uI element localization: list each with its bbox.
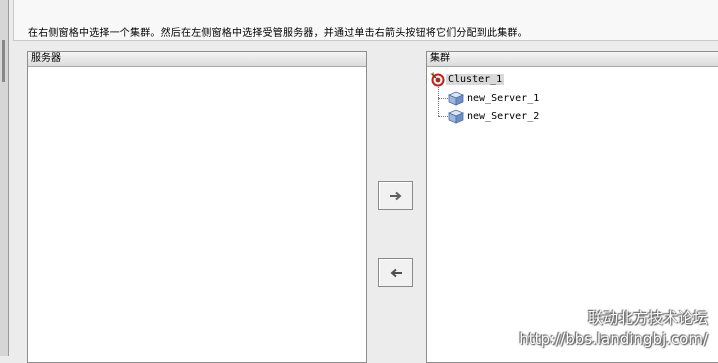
instruction-text: 在右侧窗格中选择一个集群。然后在左侧窗格中选择受管服务器，并通过单击右箭头按钮将… (28, 28, 528, 39)
cluster-icon (430, 72, 445, 87)
instruction-panel: 在右侧窗格中选择一个集群。然后在左侧窗格中选择受管服务器，并通过单击右箭头按钮将… (13, 0, 718, 41)
left-arrow-icon (389, 268, 402, 277)
tree-node-server[interactable]: new_Server_2 (447, 108, 541, 124)
watermark-title: 联动北方技术论坛 (587, 309, 708, 327)
tree-node-server[interactable]: new_Server_1 (447, 90, 541, 106)
server-label: new_Server_2 (467, 110, 540, 122)
watermark-url: http://bbs.landingbj.com/ (519, 330, 708, 348)
server-icon (447, 109, 465, 124)
cluster-label: Cluster_1 (446, 73, 505, 85)
tree-node-cluster[interactable]: Cluster_1 (429, 71, 505, 87)
server-icon (447, 91, 465, 106)
cluster-pane-header: 集群 (427, 52, 718, 67)
window-left-edge (0, 0, 9, 356)
tree-connector (438, 87, 439, 116)
watermark: 联动北方技术论坛 http://bbs.landingbj.com/ (519, 307, 708, 348)
servers-pane-header: 服务器 (28, 52, 366, 67)
unassign-left-arrow-button[interactable] (378, 258, 413, 287)
watermark-title-row: 联动北方技术论坛 (519, 307, 708, 328)
server-label: new_Server_1 (467, 92, 540, 104)
assign-right-arrow-button[interactable] (378, 181, 413, 210)
right-arrow-icon (389, 191, 402, 200)
watermark-logo-icon (564, 308, 583, 327)
servers-pane[interactable]: 服务器 (27, 51, 367, 363)
